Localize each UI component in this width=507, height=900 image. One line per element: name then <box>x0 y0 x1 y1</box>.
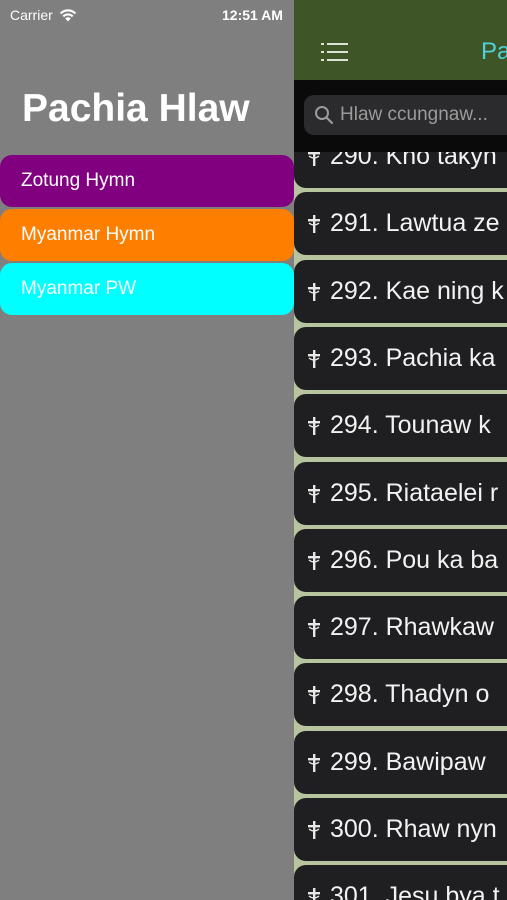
hymn-title: 291. Lawtua ze <box>330 209 500 238</box>
cross-icon <box>308 551 320 570</box>
hymn-row[interactable]: 290. Kho takyn <box>294 152 507 188</box>
search-input[interactable] <box>340 95 507 135</box>
cross-icon <box>308 349 320 368</box>
cross-icon <box>308 753 320 772</box>
search-bar <box>294 80 507 152</box>
cross-icon <box>308 821 320 839</box>
hymn-title: 290. Kho takyn <box>330 152 497 170</box>
hymn-title: 298. Thadyn o <box>330 680 490 709</box>
hymn-title: 292. Kae ning k <box>330 276 504 305</box>
hymn-title: 295. Riataelei r <box>330 478 499 507</box>
carrier-label: Carrier <box>10 7 53 23</box>
search-box[interactable] <box>304 95 507 135</box>
cross-icon <box>308 888 320 900</box>
hymn-row[interactable]: 299. Bawipaw <box>294 730 507 794</box>
menu-item-label: Myanmar PW <box>21 278 137 299</box>
hymn-row[interactable]: 294. Tounaw k <box>294 394 507 458</box>
cross-icon <box>308 484 320 503</box>
menu-item-label: Myanmar Hymn <box>21 224 156 245</box>
hymn-title: 300. Rhaw nyn <box>330 815 497 843</box>
menu-item-myanmar-hymn[interactable]: Myanmar Hymn <box>0 209 294 261</box>
hymn-row[interactable]: 301. Jesu bya t <box>294 865 507 900</box>
cross-icon <box>308 417 320 436</box>
hymn-title: 301. Jesu bya t <box>330 882 500 900</box>
hamburger-menu-icon[interactable] <box>321 43 348 61</box>
hymn-row[interactable]: 297. Rhawkaw <box>294 596 507 660</box>
hymn-title: 299. Bawipaw <box>330 747 486 776</box>
hymn-row[interactable]: 296. Pou ka ba <box>294 528 507 592</box>
hymn-row[interactable]: 292. Kae ning k <box>294 259 507 323</box>
wifi-icon <box>59 9 76 22</box>
cross-icon <box>308 619 320 638</box>
hymn-row[interactable]: 293. Pachia ka <box>294 326 507 390</box>
cross-icon <box>308 282 320 301</box>
search-icon <box>315 106 334 125</box>
side-menu-title: Pachia Hlaw <box>22 87 250 130</box>
hymn-title: 297. Rhawkaw <box>330 613 494 642</box>
hymn-row[interactable]: 298. Thadyn o <box>294 663 507 727</box>
hymn-title: 296. Pou ka ba <box>330 545 499 574</box>
hymn-title: 294. Tounaw k <box>330 411 491 440</box>
hymn-row[interactable]: 295. Riataelei r <box>294 461 507 525</box>
menu-item-label: Zotung Hymn <box>21 170 136 191</box>
hymn-title: 293. Pachia ka <box>330 343 496 372</box>
nav-title: Pa <box>481 38 507 65</box>
status-bar-left: Carrier <box>10 6 77 24</box>
main-panel: Pa 290. Kho takyn 291. Lawtua ze 292. Kae … <box>294 0 507 900</box>
hymn-list: 290. Kho takyn 291. Lawtua ze 292. Kae nin… <box>294 152 507 900</box>
menu-item-zotung-hymn[interactable]: Zotung Hymn <box>0 155 294 207</box>
navigation-bar: Pa <box>294 0 507 80</box>
cross-icon <box>308 152 320 166</box>
hymn-row[interactable]: 291. Lawtua ze <box>294 192 507 256</box>
cross-icon <box>308 215 320 234</box>
status-time: 12:51 AM <box>222 7 283 23</box>
menu-item-myanmar-pw[interactable]: Myanmar PW <box>0 263 294 315</box>
hymn-row[interactable]: 300. Rhaw nyn <box>294 798 507 861</box>
cross-icon <box>308 686 320 705</box>
